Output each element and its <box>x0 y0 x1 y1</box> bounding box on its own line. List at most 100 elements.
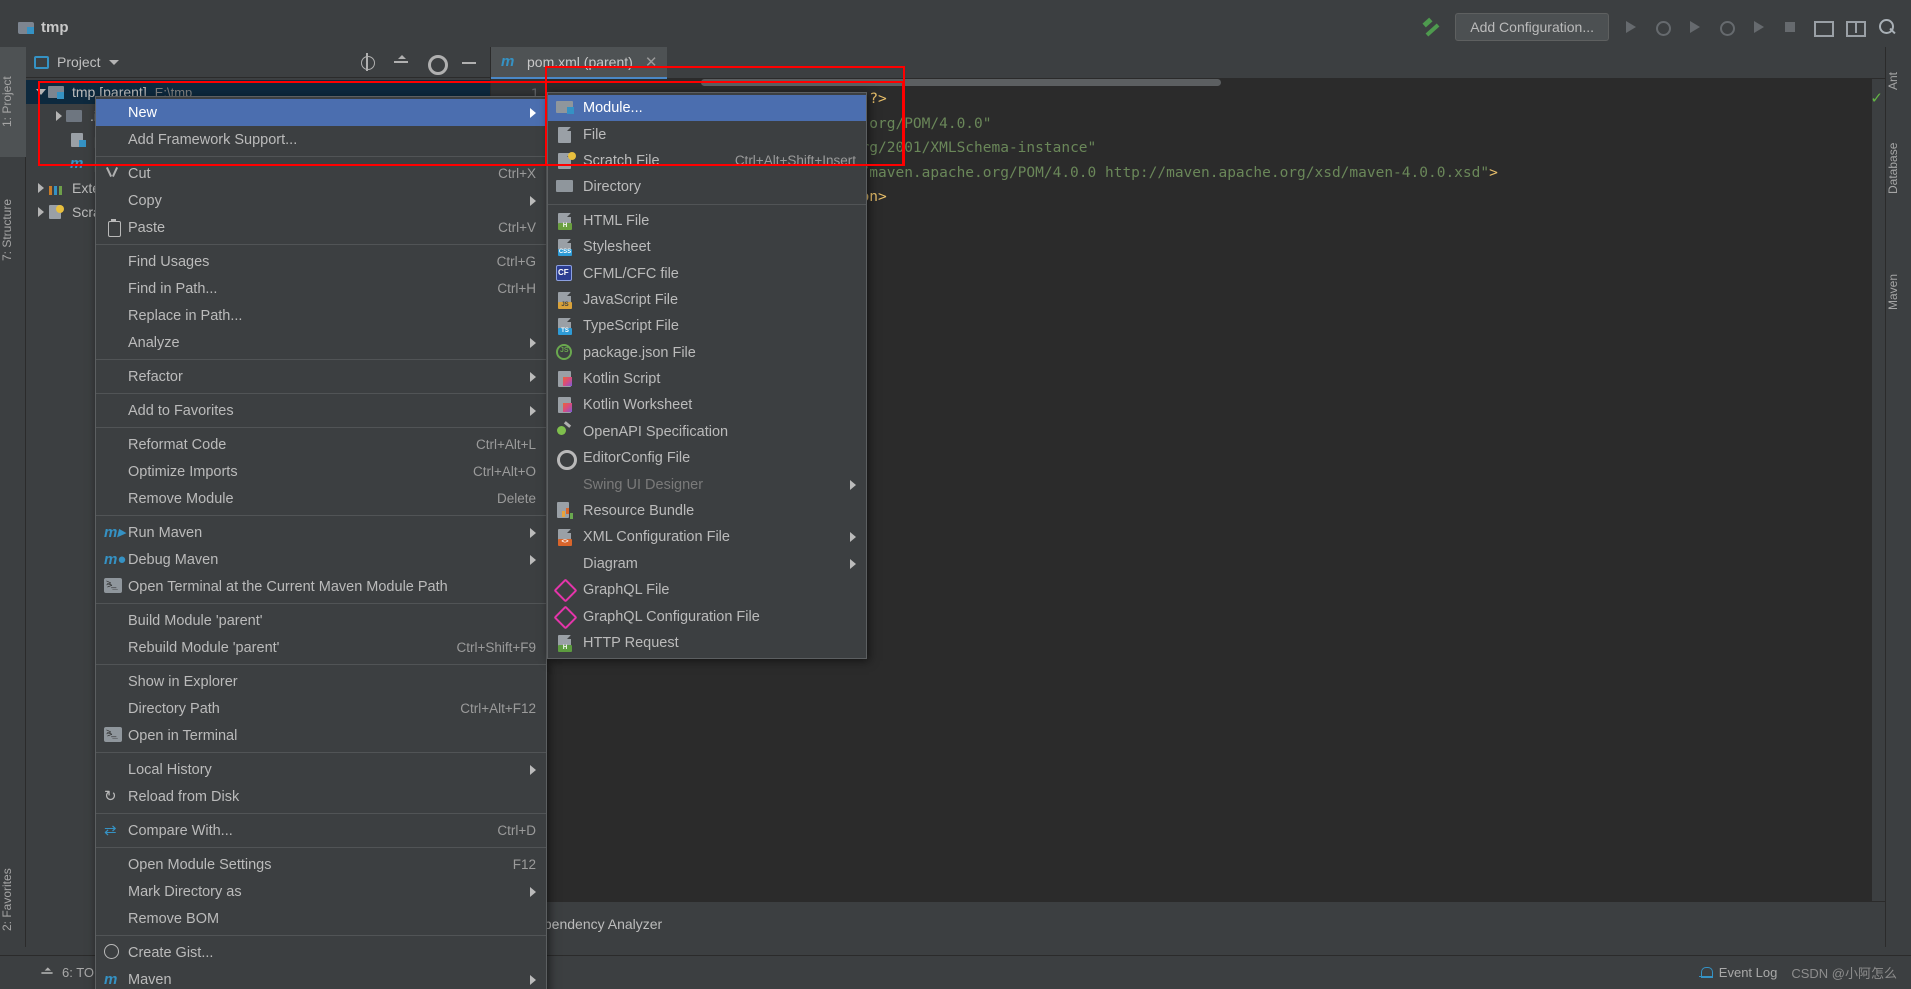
new-submenu-item[interactable]: File <box>548 121 866 147</box>
context-menu-item[interactable]: >_Open Terminal at the Current Maven Mod… <box>96 573 546 600</box>
menu-bar[interactable] <box>0 0 1911 7</box>
tab-pom-xml[interactable]: m pom.xml (parent) ✕ <box>491 47 668 79</box>
collapse-arrow-icon[interactable] <box>34 181 48 195</box>
gear-icon[interactable] <box>426 53 448 75</box>
context-menu-item[interactable]: Find in Path... Ctrl+H <box>96 275 546 302</box>
todo-icon <box>40 965 54 979</box>
submenu-arrow-icon <box>530 107 536 118</box>
sidebar-item-project[interactable]: 1: Project <box>0 47 26 157</box>
new-submenu-item[interactable]: TS TypeScript File <box>548 313 866 339</box>
new-submenu-item-label: Resource Bundle <box>583 503 695 520</box>
new-submenu-item[interactable]: JS JavaScript File <box>548 287 866 313</box>
build-hammer-icon[interactable] <box>1421 16 1445 38</box>
run-with-coverage-icon[interactable] <box>1683 16 1705 38</box>
dependency-analyzer-bar[interactable]: Dependency Analyzer <box>491 902 1885 946</box>
context-menu-item[interactable]: Add Framework Support... <box>96 126 546 153</box>
layout-icon[interactable] <box>1843 16 1866 38</box>
git-icon[interactable] <box>1811 16 1834 38</box>
collapse-all-icon[interactable] <box>392 53 410 71</box>
new-submenu-item[interactable]: CFML/CFC file <box>548 260 866 286</box>
context-menu-item-label: Reload from Disk <box>128 788 240 805</box>
stop-icon[interactable] <box>1779 16 1801 38</box>
context-menu-item[interactable]: Reformat Code Ctrl+Alt+L <box>96 431 546 458</box>
context-menu-item[interactable]: Paste Ctrl+V <box>96 214 546 241</box>
right-tool-window-bar: Ant Database Maven <box>1885 47 1911 947</box>
new-submenu-item[interactable]: Scratch File Ctrl+Alt+Shift+Insert <box>548 148 866 174</box>
chevron-down-icon[interactable] <box>108 59 119 65</box>
select-opened-file-icon[interactable] <box>358 53 376 71</box>
new-submenu-item[interactable]: <> XML Configuration File <box>548 524 866 550</box>
context-menu-item[interactable]: Create Gist... <box>96 939 546 966</box>
context-menu-item[interactable]: Mark Directory as <box>96 878 546 905</box>
new-submenu-item[interactable]: GraphQL Configuration File <box>548 603 866 629</box>
debug-icon[interactable] <box>1651 16 1673 38</box>
context-menu-item[interactable]: Remove Module Delete <box>96 485 546 512</box>
sidebar-item-maven[interactable]: Maven <box>1886 247 1911 337</box>
context-menu-item[interactable]: Find Usages Ctrl+G <box>96 248 546 275</box>
context-menu-item[interactable]: Directory Path Ctrl+Alt+F12 <box>96 695 546 722</box>
context-menu-item[interactable]: m Maven <box>96 966 546 989</box>
new-submenu-item-label: TypeScript File <box>583 318 679 335</box>
context-menu-item[interactable]: Add to Favorites <box>96 397 546 424</box>
new-submenu-item-label: Swing UI Designer <box>583 476 704 493</box>
new-submenu-item[interactable]: Module... <box>548 95 866 122</box>
search-everywhere-icon[interactable] <box>1875 16 1897 38</box>
context-menu-item[interactable]: Build Module 'parent' <box>96 607 546 634</box>
context-menu-item[interactable]: Optimize Imports Ctrl+Alt+O <box>96 458 546 485</box>
context-menu-item[interactable]: Local History <box>96 756 546 783</box>
menu-separator <box>96 515 546 516</box>
menu-separator <box>96 847 546 848</box>
libraries-icon <box>48 181 64 195</box>
new-submenu-item[interactable]: Directory <box>548 174 866 200</box>
sidebar-item-database[interactable]: Database <box>1886 117 1911 219</box>
context-menu-item[interactable]: >_Open in Terminal <box>96 722 546 749</box>
expand-arrow-icon[interactable] <box>34 85 48 99</box>
run-icon[interactable] <box>1619 16 1641 38</box>
new-submenu-item[interactable]: OpenAPI Specification <box>548 419 866 445</box>
collapse-arrow-icon[interactable] <box>52 109 66 123</box>
context-menu-item[interactable]: m▸ Run Maven <box>96 519 546 546</box>
context-menu-item[interactable]: Refactor <box>96 363 546 390</box>
new-submenu-item[interactable]: package.json File <box>548 340 866 366</box>
context-menu-item[interactable]: New <box>96 99 546 126</box>
profiler-icon[interactable] <box>1715 16 1737 38</box>
add-configuration-button[interactable]: Add Configuration... <box>1455 13 1609 41</box>
hide-icon[interactable] <box>460 53 478 71</box>
status-event-log[interactable]: Event Log <box>1698 965 1777 980</box>
run-anything-icon[interactable] <box>1747 16 1769 38</box>
new-submenu-item[interactable]: GraphQL File <box>548 577 866 603</box>
context-menu-item[interactable]: ↻ Reload from Disk <box>96 783 546 810</box>
new-submenu-item[interactable]: H HTML File <box>548 208 866 234</box>
new-submenu[interactable]: Module... File Scratch File Ctrl+Alt+Shift+… <box>547 92 867 660</box>
sidebar-item-ant[interactable]: Ant <box>1886 55 1911 107</box>
new-submenu-item[interactable]: Resource Bundle <box>548 498 866 524</box>
breadcrumb[interactable]: tmp <box>18 19 69 36</box>
inspection-ok-icon: ✓ <box>1870 90 1883 107</box>
context-menu-item[interactable]: Open Module Settings F12 <box>96 851 546 878</box>
context-menu-item[interactable]: Replace in Path... <box>96 302 546 329</box>
new-submenu-item[interactable]: CSS Stylesheet <box>548 234 866 260</box>
context-menu[interactable]: New Add Framework Support... Cut Ctrl+X Copy… <box>95 96 547 989</box>
collapse-arrow-icon[interactable] <box>34 205 48 219</box>
context-menu-item[interactable]: Rebuild Module 'parent' Ctrl+Shift+F9 <box>96 634 546 661</box>
new-submenu-item[interactable]: H HTTP Request <box>548 630 866 656</box>
context-menu-item[interactable]: m● Debug Maven <box>96 546 546 573</box>
context-menu-item[interactable]: Copy <box>96 187 546 214</box>
sidebar-item-structure[interactable]: 7: Structure <box>0 167 26 292</box>
context-menu-item[interactable]: Cut Ctrl+X <box>96 160 546 187</box>
close-icon[interactable]: ✕ <box>645 53 658 71</box>
error-stripe[interactable]: ✓ <box>1870 79 1885 901</box>
context-menu-item[interactable]: ⇄ Compare With... Ctrl+D <box>96 817 546 844</box>
new-submenu-item[interactable]: Diagram <box>548 551 866 577</box>
context-menu-shortcut: Ctrl+Alt+O <box>472 464 536 479</box>
new-submenu-item[interactable]: Kotlin Worksheet <box>548 392 866 418</box>
context-menu-item[interactable]: Show in Explorer <box>96 668 546 695</box>
context-menu-shortcut: F12 <box>512 857 536 872</box>
sidebar-item-favorites[interactable]: 2: Favorites <box>0 837 26 962</box>
new-submenu-item-label: OpenAPI Specification <box>583 423 729 440</box>
context-menu-item[interactable]: Remove BOM <box>96 905 546 932</box>
context-menu-item[interactable]: Analyze <box>96 329 546 356</box>
new-submenu-item[interactable]: Kotlin Script <box>548 366 866 392</box>
new-submenu-item[interactable]: EditorConfig File <box>548 445 866 471</box>
bell-icon <box>1698 966 1713 980</box>
